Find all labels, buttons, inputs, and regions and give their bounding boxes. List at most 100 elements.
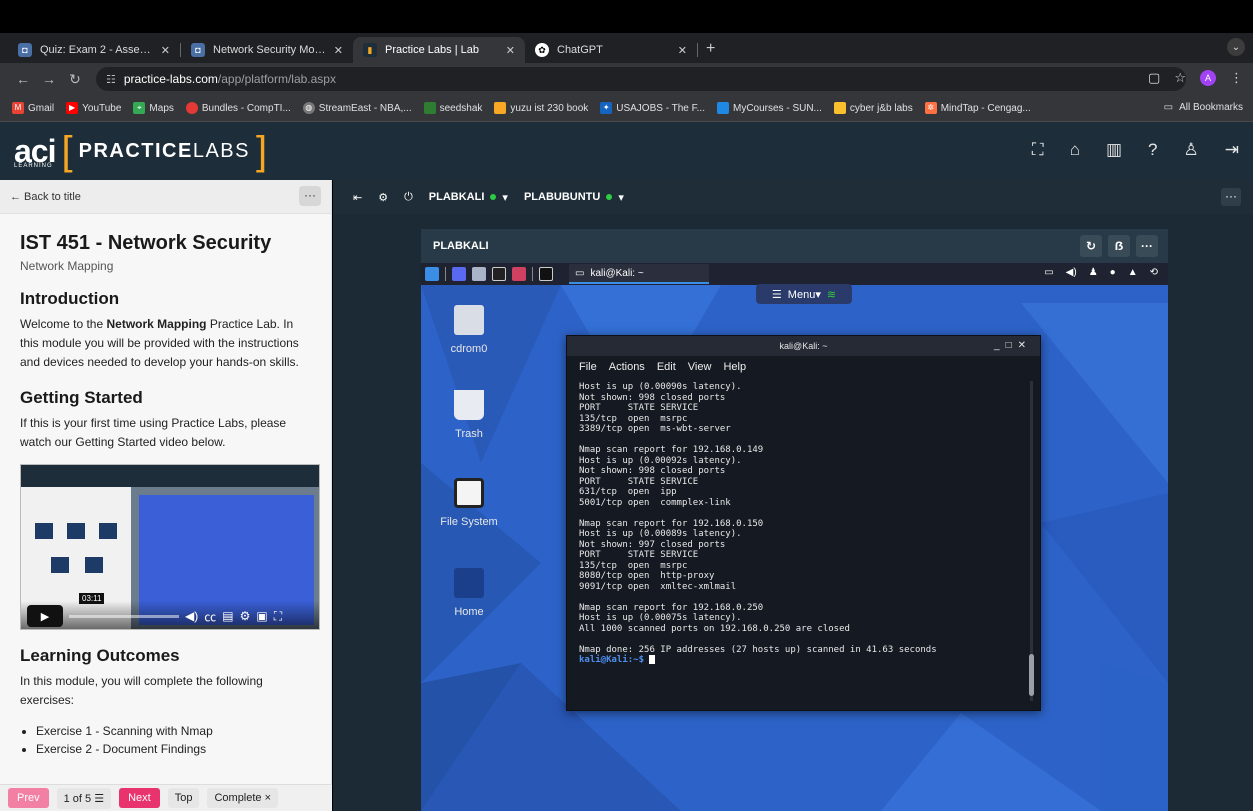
- minimize-icon[interactable]: _: [994, 340, 1006, 351]
- usajobs-icon: ✦: [600, 102, 613, 114]
- fullscreen-icon[interactable]: ⛶: [1032, 140, 1044, 160]
- getting-started-video[interactable]: 03:11 ▶ ◀) ㏄ ▤ ⚙ ▣ ⛶: [20, 464, 320, 630]
- device-tab-plabubuntu[interactable]: PLABUBUNTU ▾: [524, 191, 624, 204]
- panel-more-button[interactable]: ···: [299, 186, 321, 206]
- chevron-down-icon[interactable]: ▾: [618, 191, 624, 204]
- folder-open-icon[interactable]: ⌂: [1070, 140, 1080, 160]
- terminal-window[interactable]: kali@Kali: ~ _□✕ File Actions Edit View …: [566, 335, 1041, 711]
- tab-chatgpt[interactable]: ✿ ChatGPT ✕: [525, 37, 697, 63]
- lab-more-button[interactable]: ···: [1221, 188, 1241, 206]
- settings-gear-icon[interactable]: ⚙: [378, 191, 388, 204]
- top-button[interactable]: Top: [167, 788, 200, 808]
- close-icon[interactable]: ✕: [1018, 340, 1032, 351]
- pip-icon[interactable]: ▣: [256, 609, 267, 623]
- maximize-icon[interactable]: □: [1006, 340, 1018, 351]
- menu-edit[interactable]: Edit: [657, 361, 676, 373]
- captions-icon[interactable]: ㏄: [204, 608, 216, 625]
- bookmark-streameast[interactable]: ◍ StreamEast - NBA,...: [302, 102, 412, 114]
- bookmark-mycourses[interactable]: MyCourses - SUN...: [716, 102, 822, 114]
- browser-icon[interactable]: [512, 267, 526, 281]
- star-icon[interactable]: ☆: [1174, 70, 1186, 86]
- vm-more-button[interactable]: ···: [1136, 235, 1158, 257]
- workspace-icon[interactable]: [452, 267, 466, 281]
- settings-gear-icon[interactable]: ⚙: [240, 609, 251, 623]
- user-icon[interactable]: ♙: [1184, 140, 1199, 160]
- notification-bell-icon[interactable]: ♟: [1089, 267, 1098, 278]
- desktop-menu-button[interactable]: ☰ Menu▾ ≋: [756, 284, 852, 304]
- terminal-scrollbar-thumb[interactable]: [1029, 654, 1034, 696]
- bookmark-cyber-labs[interactable]: cyber j&b labs: [833, 102, 913, 114]
- file-manager-icon[interactable]: [472, 267, 486, 281]
- clipboard-icon[interactable]: ▢: [1148, 70, 1160, 86]
- desktop-icon-trash[interactable]: Trash: [429, 390, 509, 440]
- logout-icon[interactable]: ⟲: [1150, 267, 1158, 278]
- terminal-icon[interactable]: [492, 267, 506, 281]
- forward-arrow-icon[interactable]: →: [38, 71, 60, 87]
- bookmark-youtube[interactable]: ▶ YouTube: [66, 102, 121, 114]
- profile-avatar[interactable]: A: [1200, 70, 1216, 86]
- transcript-icon[interactable]: ▤: [222, 609, 233, 623]
- bookmark-mindtap[interactable]: ✲ MindTap - Cengag...: [924, 102, 1031, 114]
- tab-search-icon[interactable]: ⌄: [1227, 38, 1245, 56]
- kali-menu-icon[interactable]: [425, 267, 439, 281]
- tab-practice-labs[interactable]: ▮ Practice Labs | Lab ✕: [353, 37, 525, 63]
- site-settings-icon[interactable]: ☷: [106, 73, 116, 86]
- video-thumb-header: [21, 465, 319, 487]
- video-progress-track[interactable]: [69, 614, 179, 618]
- power-icon[interactable]: ⏻: [404, 191, 413, 204]
- bookmark-gmail[interactable]: M Gmail: [12, 102, 54, 114]
- menu-view[interactable]: View: [688, 361, 712, 373]
- back-arrow-icon[interactable]: ←: [12, 71, 34, 87]
- new-tab-button[interactable]: +: [706, 40, 715, 58]
- all-bookmarks-button[interactable]: ▭ All Bookmarks: [1164, 102, 1243, 113]
- fullscreen-icon[interactable]: ⛶: [274, 609, 282, 624]
- bookmark-usajobs[interactable]: ✦ USAJOBS - The F...: [600, 102, 705, 114]
- back-to-title-link[interactable]: ← Back to title: [10, 191, 81, 203]
- close-icon[interactable]: ✕: [161, 44, 170, 57]
- bookmark-maps[interactable]: ⌖ Maps: [133, 102, 174, 114]
- stats-icon[interactable]: ▥: [1106, 140, 1122, 160]
- volume-icon[interactable]: ◀): [1066, 267, 1077, 278]
- keyboard-icon[interactable]: ẞ: [1108, 235, 1130, 257]
- bookmark-yuzu[interactable]: yuzu ist 230 book: [494, 102, 588, 114]
- terminal-output[interactable]: Host is up (0.00090s latency). Not shown:…: [567, 378, 1040, 708]
- device-tab-plabkali[interactable]: PLABKALI ▾: [429, 191, 508, 204]
- play-icon[interactable]: ▶: [27, 605, 63, 627]
- bookmark-comptia[interactable]: Bundles - CompTI...: [185, 102, 291, 114]
- refresh-icon[interactable]: ↻: [1080, 235, 1102, 257]
- close-icon[interactable]: ✕: [334, 44, 343, 57]
- close-icon[interactable]: ✕: [678, 44, 687, 57]
- tab-network-security[interactable]: ◘ Network Security Monitoring ✕: [181, 37, 353, 63]
- next-button[interactable]: Next: [119, 788, 160, 808]
- volume-icon[interactable]: ◀): [185, 609, 198, 623]
- all-bookmarks-label: All Bookmarks: [1179, 102, 1243, 113]
- display-icon[interactable]: ▭: [1044, 267, 1053, 278]
- complete-button[interactable]: Complete ×: [207, 788, 279, 808]
- close-icon[interactable]: ✕: [506, 44, 515, 57]
- terminal-prompt-line[interactable]: kali@Kali:~$: [579, 655, 1028, 666]
- help-icon[interactable]: ?: [1148, 140, 1157, 160]
- desktop-icon-home[interactable]: Home: [429, 568, 509, 618]
- vm-header-buttons: ↻ ẞ ···: [1080, 235, 1158, 257]
- reload-icon[interactable]: ↻: [64, 71, 86, 88]
- taskbar-terminal-window[interactable]: ▭ kali@Kali: ~: [569, 264, 709, 284]
- lock-icon[interactable]: ▲: [1128, 267, 1138, 278]
- prev-button[interactable]: Prev: [8, 788, 49, 808]
- bookmark-seedshak[interactable]: seedshak: [423, 102, 482, 114]
- kebab-menu-icon[interactable]: ⋮: [1230, 70, 1243, 86]
- tab-quiz[interactable]: ◘ Quiz: Exam 2 - Assessment - ✕: [8, 37, 180, 63]
- desktop-icon-cdrom[interactable]: cdrom0: [429, 305, 509, 355]
- terminal-scrollbar[interactable]: [1030, 381, 1033, 701]
- workspace-switcher-icon[interactable]: [539, 267, 553, 281]
- page-indicator[interactable]: 1 of 5 ☰: [56, 787, 112, 809]
- collapse-panel-icon[interactable]: ⇤: [353, 191, 362, 204]
- chevron-down-icon[interactable]: ▾: [502, 191, 508, 204]
- power-icon[interactable]: ●: [1110, 267, 1116, 278]
- menu-file[interactable]: File: [579, 361, 597, 373]
- url-input[interactable]: ☷ practice-labs.com /app/platform/lab.as…: [96, 67, 1186, 91]
- desktop-icon-filesystem[interactable]: File System: [429, 478, 509, 528]
- menu-help[interactable]: Help: [723, 361, 746, 373]
- logout-icon[interactable]: ⇥: [1225, 140, 1239, 160]
- menu-actions[interactable]: Actions: [609, 361, 645, 373]
- terminal-titlebar[interactable]: kali@Kali: ~ _□✕: [567, 336, 1040, 356]
